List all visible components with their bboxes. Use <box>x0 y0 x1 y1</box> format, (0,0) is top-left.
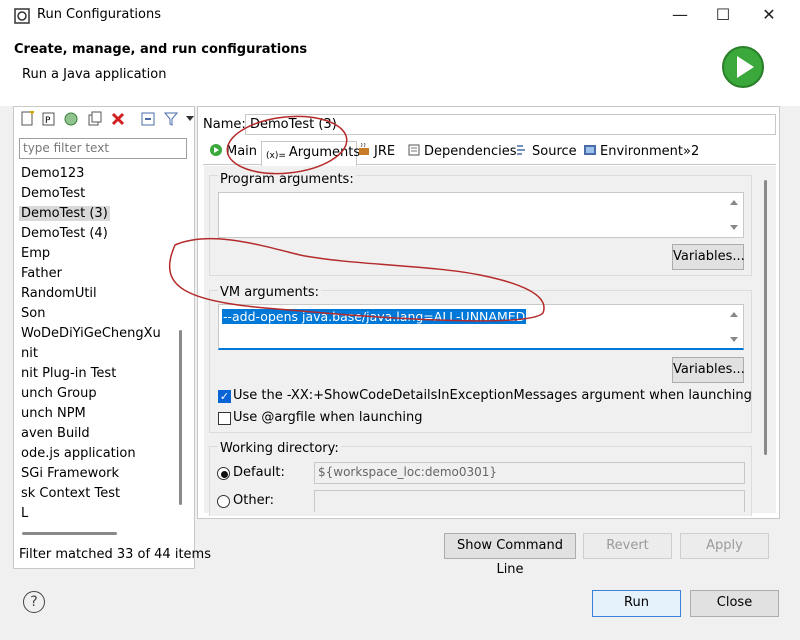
program-args-scroll-arrows[interactable] <box>729 197 739 233</box>
list-item[interactable]: ode.js application <box>21 446 136 461</box>
list-item[interactable]: Emp <box>21 246 50 261</box>
list-item[interactable]: SGi Framework <box>21 466 119 481</box>
run-banner-icon <box>722 46 764 88</box>
environment-tab-icon <box>584 145 596 155</box>
argfile-label: Use @argfile when launching <box>233 410 423 425</box>
default-dir-field: ${workspace_loc:demo0301} <box>314 462 745 484</box>
close-button[interactable]: Close <box>690 590 779 617</box>
new-prototype-icon[interactable]: P <box>41 111 57 127</box>
tab-environment-label: Environment <box>600 144 684 159</box>
duplicate-icon[interactable] <box>87 111 103 127</box>
title-bar: Run Configurations — ☐ ✕ <box>0 0 800 31</box>
list-item[interactable]: L <box>21 506 28 521</box>
list-item[interactable]: sk Context Test <box>21 486 120 501</box>
run-button[interactable]: Run <box>592 590 681 617</box>
list-item[interactable]: Son <box>21 306 45 321</box>
content-vertical-scrollbar[interactable] <box>763 180 769 510</box>
default-dir-label: Default: <box>233 465 285 480</box>
argfile-checkbox[interactable] <box>218 412 231 425</box>
list-item[interactable]: RandomUtil <box>21 286 97 301</box>
list-item[interactable]: unch NPM <box>21 406 86 421</box>
header-subtitle: Run a Java application <box>22 67 167 82</box>
show-command-line-button[interactable]: Show Command Line <box>444 533 576 577</box>
list-item[interactable]: WoDeDiYiGeChengXu <box>21 326 161 341</box>
show-code-details-checkbox[interactable]: ✓ <box>218 390 231 403</box>
list-item[interactable]: aven Build <box>21 426 90 441</box>
show-code-details-label: Use the -XX:+ShowCodeDetailsInExceptionM… <box>233 388 752 403</box>
maximize-button[interactable]: ☐ <box>700 0 746 31</box>
other-dir-label: Other: <box>233 493 275 508</box>
export-config-icon[interactable] <box>63 111 79 127</box>
default-dir-radio[interactable] <box>217 467 230 480</box>
list-item[interactable]: Demo123 <box>21 166 84 181</box>
tab-environment[interactable]: Environment <box>579 141 684 165</box>
minimize-button[interactable]: — <box>657 0 703 31</box>
other-dir-radio[interactable] <box>217 495 230 508</box>
help-icon[interactable]: ? <box>23 591 45 613</box>
list-item[interactable]: DemoTest <box>21 186 85 201</box>
svg-text:P: P <box>45 116 51 126</box>
working-directory-label: Working directory: <box>218 441 341 456</box>
apply-button[interactable]: Apply <box>680 533 769 559</box>
program-variables-button[interactable]: Variables... <box>672 244 745 270</box>
tab-overflow[interactable]: »2 <box>679 141 709 165</box>
list-item[interactable]: unch Group <box>21 386 97 401</box>
vm-variables-button[interactable]: Variables... <box>672 357 745 383</box>
new-config-icon[interactable] <box>19 111 35 127</box>
close-window-button[interactable]: ✕ <box>746 0 792 31</box>
list-item-selected[interactable]: DemoTest (3) <box>19 206 110 221</box>
list-item[interactable]: DemoTest (4) <box>21 226 108 241</box>
revert-button[interactable]: Revert <box>583 533 672 559</box>
header-title: Create, manage, and run configurations <box>14 42 308 57</box>
other-dir-field[interactable] <box>314 490 745 512</box>
filter-status: Filter matched 33 of 44 items <box>19 547 211 562</box>
vm-args-scroll-arrows[interactable] <box>729 309 739 345</box>
eclipse-icon <box>14 8 30 24</box>
delete-icon[interactable] <box>110 111 126 127</box>
window-title: Run Configurations <box>37 7 161 22</box>
list-item[interactable]: nit Plug-in Test <box>21 366 116 381</box>
list-item[interactable]: Father <box>21 266 62 281</box>
tree-horizontal-scrollbar[interactable] <box>20 530 174 536</box>
red-annotation-marks <box>169 115 545 322</box>
list-item[interactable]: nit <box>21 346 38 361</box>
